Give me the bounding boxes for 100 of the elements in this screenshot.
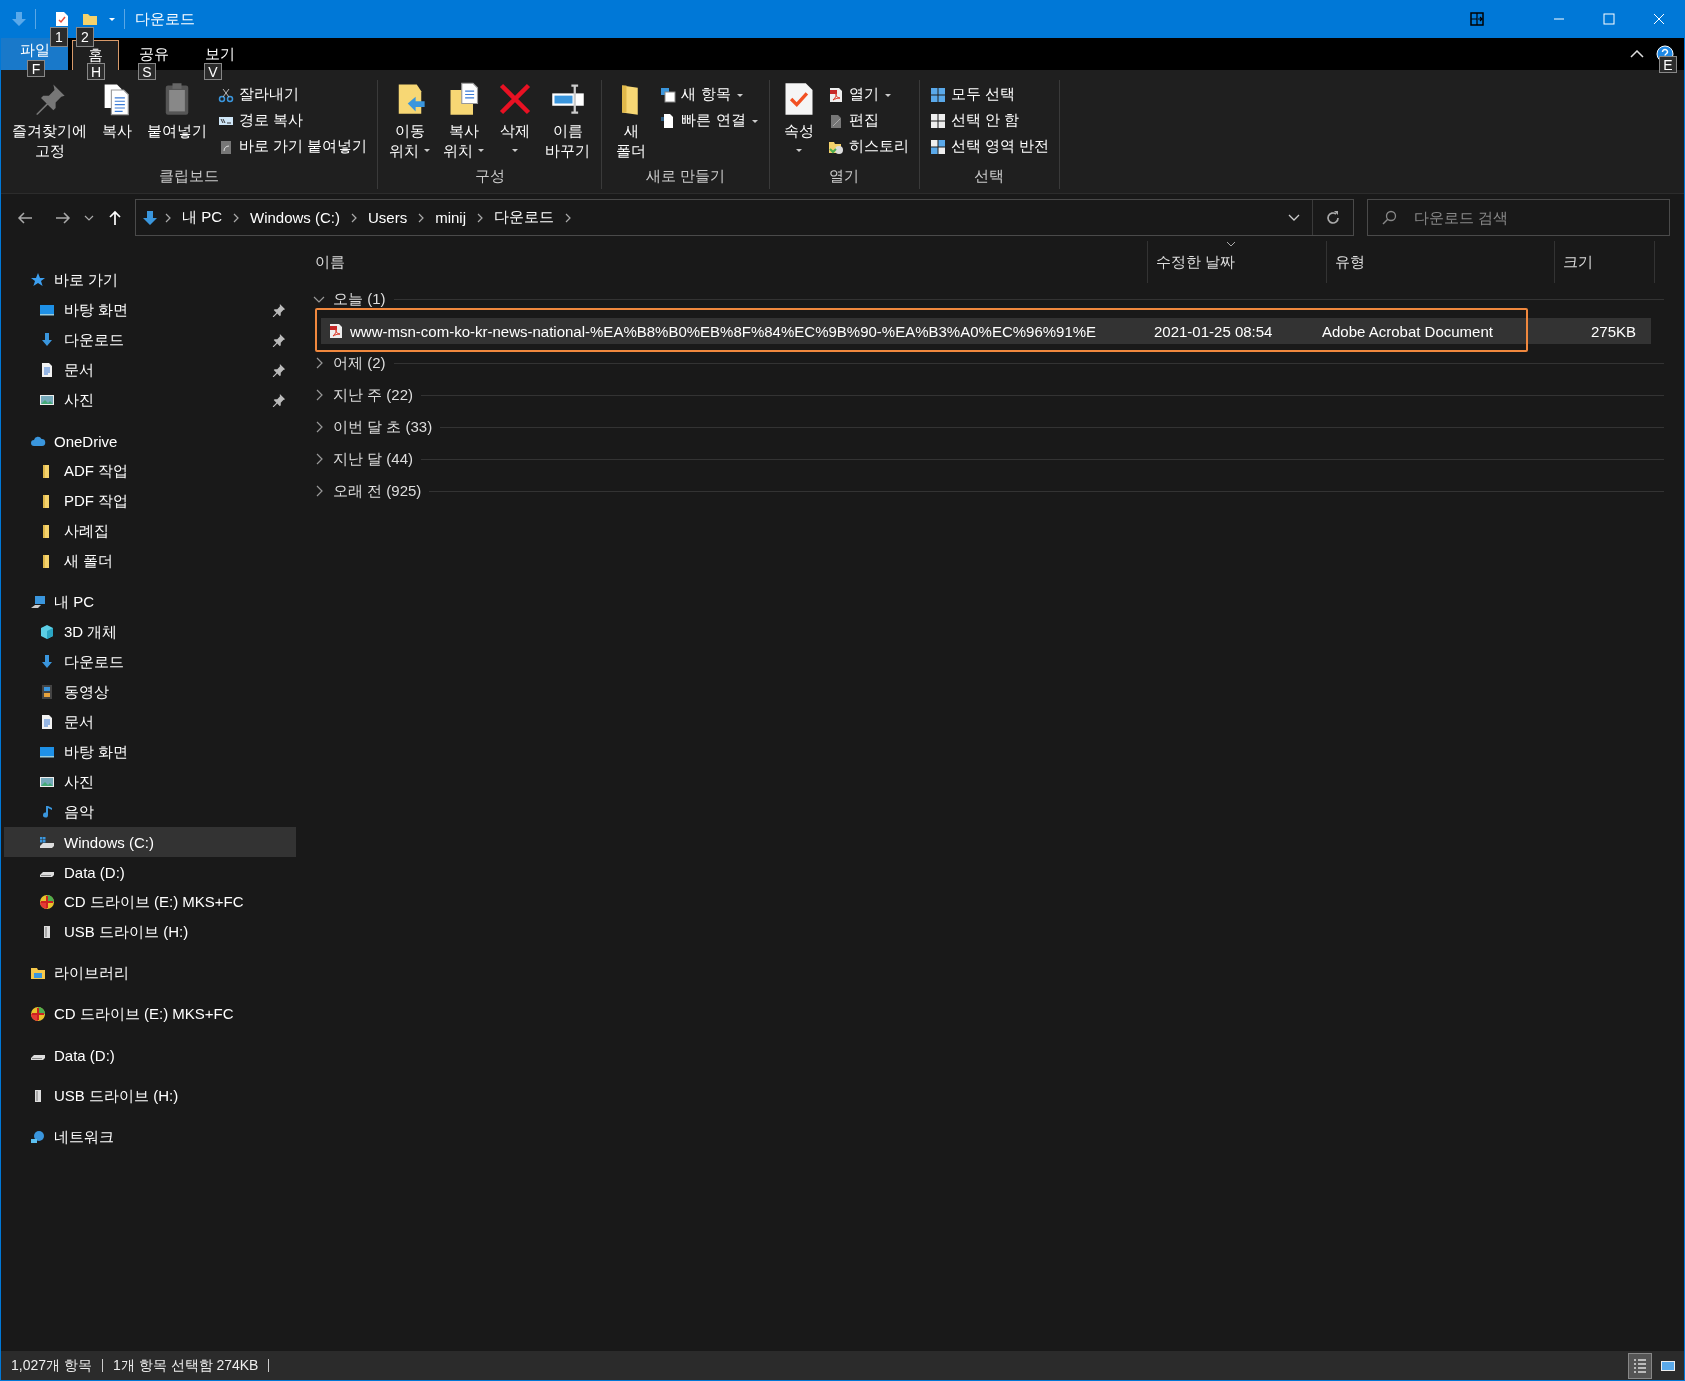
- refresh-icon[interactable]: [1325, 209, 1341, 226]
- nav-item[interactable]: 문서: [4, 355, 296, 385]
- ribbon-button[interactable]: 편집: [823, 108, 913, 133]
- column-header[interactable]: 유형: [1327, 241, 1555, 283]
- nav-item[interactable]: OneDrive: [4, 426, 296, 456]
- nav-item[interactable]: 사진: [4, 385, 296, 415]
- address-bar[interactable]: 내 PC Windows (C:) Users minij 다운로드: [135, 199, 1354, 236]
- expand-icon[interactable]: [313, 295, 325, 303]
- caret-icon[interactable]: [511, 146, 520, 153]
- ribbon-button[interactable]: 삭제: [492, 80, 539, 161]
- breadcrumb[interactable]: Users: [364, 209, 412, 226]
- ribbon-button[interactable]: 이름 바꾸기: [540, 80, 596, 164]
- breadcrumb[interactable]: 내 PC: [178, 208, 226, 227]
- forward-icon[interactable]: [55, 209, 71, 226]
- breadcrumb[interactable]: 다운로드: [490, 208, 559, 227]
- chevron-icon[interactable]: [476, 212, 485, 223]
- collapse-icon[interactable]: [316, 389, 323, 401]
- collapse-icon[interactable]: [316, 357, 323, 369]
- caret-icon[interactable]: [423, 146, 432, 153]
- back-icon[interactable]: [17, 209, 33, 226]
- nav-item[interactable]: 라이브러리: [4, 958, 296, 988]
- chevron-icon[interactable]: [417, 212, 426, 223]
- ribbon-button[interactable]: 복사 위치: [438, 80, 491, 164]
- breadcrumb[interactable]: Windows (C:): [246, 209, 345, 226]
- group-header[interactable]: 지난 주 (22): [333, 385, 413, 405]
- nav-item[interactable]: CD 드라이브 (E:) MKS+FC: [4, 887, 296, 917]
- dropdown-icon[interactable]: [1288, 214, 1300, 221]
- pin-icon[interactable]: [272, 303, 286, 317]
- up-icon[interactable]: [107, 209, 123, 226]
- nav-item[interactable]: PDF 작업: [4, 486, 296, 516]
- nav-item[interactable]: USB 드라이브 (H:): [4, 1081, 296, 1111]
- nav-item[interactable]: 3D 개체: [4, 617, 296, 647]
- view-button[interactable]: [1628, 1352, 1652, 1379]
- nav-item[interactable]: 음악: [4, 797, 296, 827]
- collapse-icon[interactable]: [316, 421, 323, 433]
- nav-item[interactable]: 다운로드: [4, 325, 296, 355]
- ribbon-button[interactable]: 속성: [775, 80, 822, 161]
- ribbon-button[interactable]: 빠른 연결: [656, 108, 763, 133]
- ribbon-button[interactable]: 새 폴더: [608, 80, 655, 164]
- nav-item[interactable]: Data (D:): [4, 857, 296, 887]
- group-header[interactable]: 이번 달 초 (33): [333, 417, 433, 437]
- ribbon-button[interactable]: 복사: [94, 80, 140, 145]
- ribbon-button[interactable]: 경로 복사: [214, 108, 372, 133]
- ribbon-button[interactable]: 잘라내기: [214, 82, 372, 107]
- ribbon-button[interactable]: 붙여넣기: [142, 80, 212, 145]
- group-header[interactable]: 어제 (2): [333, 353, 386, 373]
- nav-item[interactable]: ADF 작업: [4, 456, 296, 486]
- nav-item[interactable]: 내 PC: [4, 587, 296, 617]
- nav-item[interactable]: CD 드라이브 (E:) MKS+FC: [4, 999, 296, 1029]
- nav-item[interactable]: 네트워크: [4, 1122, 296, 1152]
- ribbon-button[interactable]: 선택 안 함: [925, 108, 1053, 133]
- ribbon-button[interactable]: 열기: [823, 82, 913, 107]
- caret-icon[interactable]: [108, 16, 116, 22]
- search-field[interactable]: 다운로드 검색: [1367, 199, 1670, 236]
- nav-item[interactable]: 문서: [4, 707, 296, 737]
- breadcrumb[interactable]: minij: [431, 209, 471, 226]
- nav-item[interactable]: 사진: [4, 767, 296, 797]
- ribbon-button[interactable]: 새 항목: [656, 82, 763, 107]
- ribbon-button[interactable]: 모두 선택: [925, 82, 1053, 107]
- nav-item[interactable]: 바로 가기: [4, 265, 296, 295]
- nav-item[interactable]: 사례집: [4, 516, 296, 546]
- ribbon-button[interactable]: 바로 가기 붙여넣기: [214, 134, 372, 159]
- nav-item[interactable]: Windows (C:): [4, 827, 296, 857]
- ribbon-button[interactable]: 히스토리: [823, 134, 913, 159]
- column-header[interactable]: 수정한 날짜: [1148, 241, 1327, 283]
- properties-icon[interactable]: [54, 11, 70, 27]
- column-header[interactable]: 크기: [1555, 241, 1655, 283]
- nav-item[interactable]: 바탕 화면: [4, 295, 296, 325]
- chevron-icon[interactable]: [232, 212, 240, 223]
- chevron-icon[interactable]: [350, 212, 359, 223]
- nav-item[interactable]: 다운로드: [4, 647, 296, 677]
- nav-item[interactable]: 동영상: [4, 677, 296, 707]
- folder-icon[interactable]: [82, 11, 98, 27]
- ribbon-button[interactable]: 이동 위치: [384, 80, 437, 164]
- caret-icon[interactable]: [750, 117, 759, 124]
- pin-icon[interactable]: [272, 363, 286, 377]
- chevron-icon[interactable]: [564, 212, 573, 223]
- nav-item[interactable]: Data (D:): [4, 1040, 296, 1070]
- nav-item[interactable]: 바탕 화면: [4, 737, 296, 767]
- group-header[interactable]: 오늘 (1): [333, 289, 386, 309]
- collapse-icon[interactable]: [316, 485, 323, 497]
- recent-locations-icon[interactable]: [84, 214, 94, 221]
- caret-icon[interactable]: [794, 146, 803, 153]
- file-row[interactable]: www-msn-com-ko-kr-news-national-%EA%B8%B0%EB%8F%84%EC%9B%90-%EA%B3%A0%EC%96%91%E 2021-01-25 08:54 Adobe Acrobat Document 275KB: [321, 318, 1651, 344]
- snap-icon[interactable]: [1470, 12, 1484, 26]
- caret-icon[interactable]: [883, 91, 892, 98]
- nav-item[interactable]: USB 드라이브 (H:): [4, 917, 296, 947]
- pin-icon[interactable]: [272, 333, 286, 347]
- caret-icon[interactable]: [735, 91, 744, 98]
- caret-icon[interactable]: [477, 146, 486, 153]
- ribbon-button[interactable]: 즐겨찾기에 고정: [7, 80, 92, 164]
- nav-item[interactable]: 새 폴더: [4, 546, 296, 576]
- collapse-ribbon-icon[interactable]: [1630, 50, 1644, 58]
- pin-icon[interactable]: [272, 393, 286, 407]
- group-header[interactable]: 지난 달 (44): [333, 449, 413, 469]
- group-header[interactable]: 오래 전 (925): [333, 481, 422, 501]
- collapse-icon[interactable]: [316, 453, 323, 465]
- column-header[interactable]: 이름: [298, 241, 1148, 283]
- ribbon-button[interactable]: 선택 영역 반전: [925, 134, 1053, 159]
- chevron-icon[interactable]: [164, 212, 172, 223]
